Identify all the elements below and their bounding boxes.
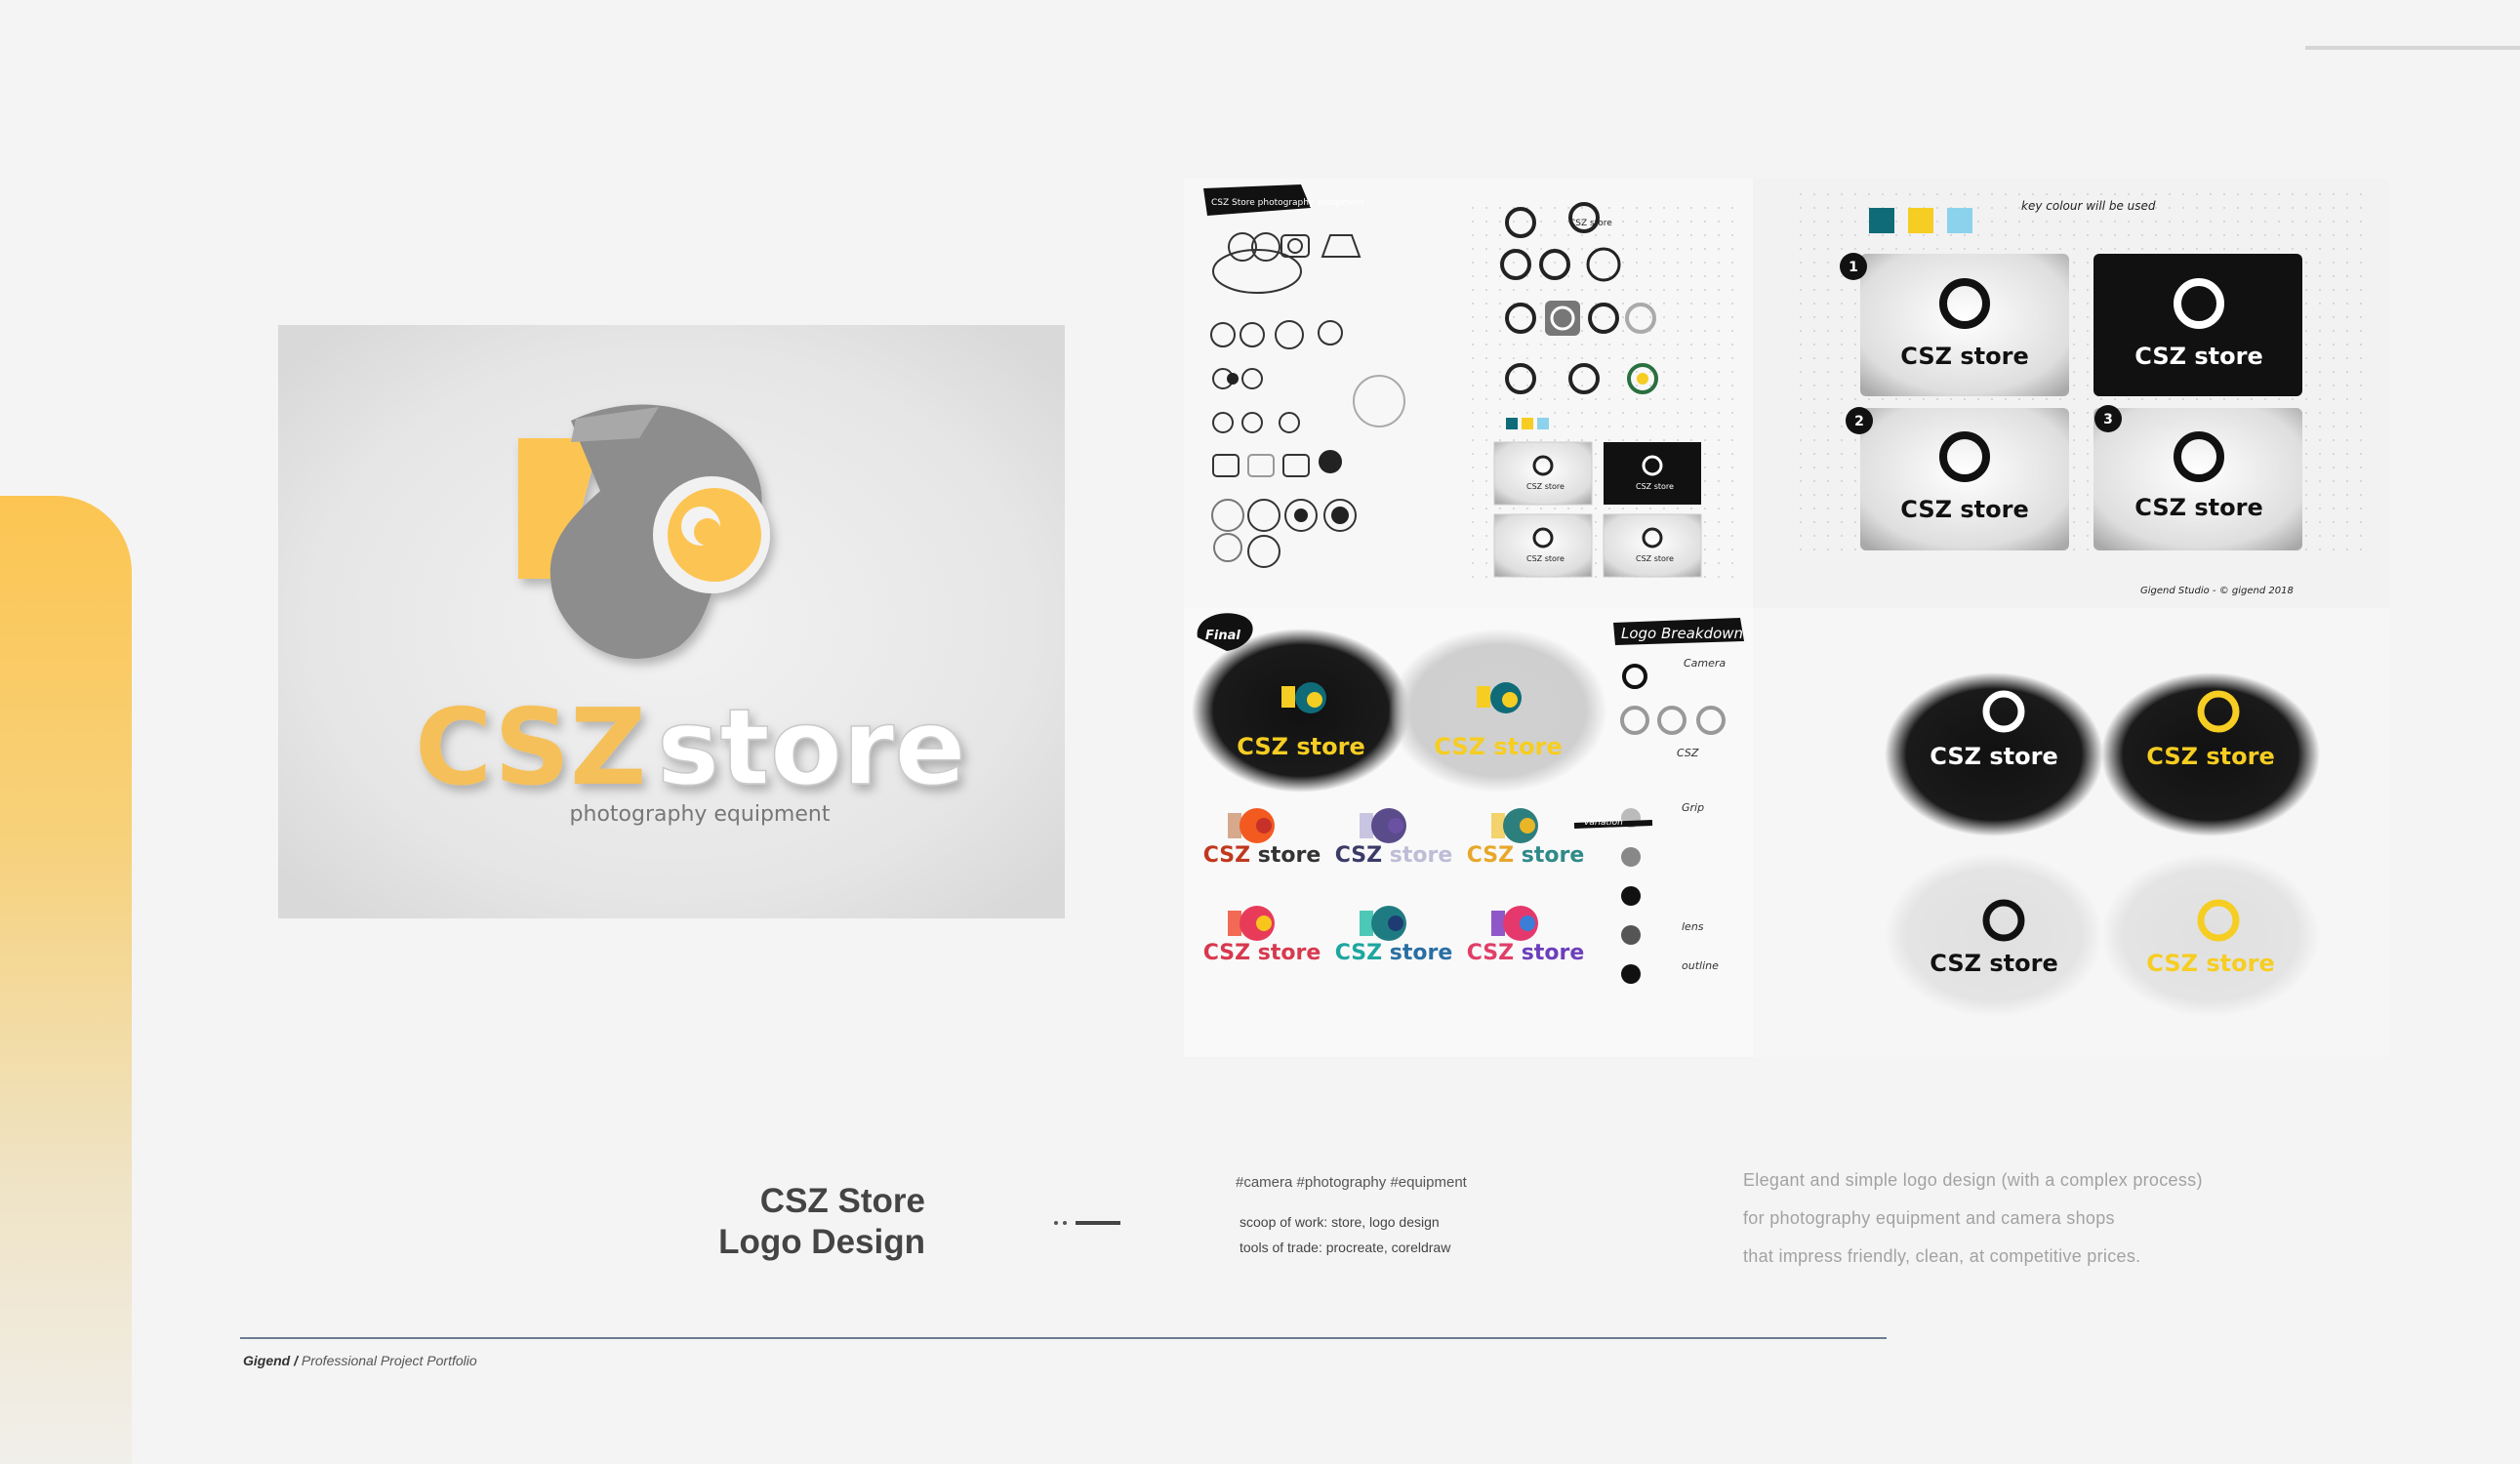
option-card-2-text: CSZ store (1900, 496, 2028, 523)
variant-lens (1388, 915, 1403, 931)
variant-lens (1520, 818, 1535, 834)
breakdown-note-outline: outline (1682, 959, 1719, 972)
option-number-2: 2 (1854, 414, 1864, 429)
variant-text: CSZ store (1203, 941, 1321, 965)
swatch-0 (1869, 208, 1894, 233)
footer-subtitle: Professional Project Portfolio (301, 1353, 477, 1368)
project-description-line-1: Elegant and simple logo design (with a c… (1743, 1170, 2203, 1190)
project-hashtags: #camera #photography #equipment (1236, 1174, 1467, 1191)
mockup-1-text: CSZ store (1930, 743, 2057, 770)
key-colour-swatches (1869, 208, 1972, 233)
swatch-0 (1506, 418, 1518, 429)
mini-swatches (1506, 418, 1549, 429)
variant-text: CSZ store (1335, 941, 1453, 965)
breakdown-note-camera: Camera (1684, 657, 1726, 670)
footer-brand: Gigend / (243, 1353, 298, 1368)
option-number-1: 1 (1849, 260, 1858, 275)
variant-shape (1360, 911, 1373, 936)
variant-lens (1256, 915, 1272, 931)
mockup-3-text: CSZ store (1930, 950, 2057, 977)
side-accent-bar (0, 496, 132, 1464)
variant-lens (1388, 818, 1403, 834)
project-description-line-2: for photography equipment and camera sho… (1743, 1208, 2115, 1228)
hero-logo-mockup: CSZ store photography equipment (278, 325, 1065, 918)
option-card-1-dark-text: CSZ store (2134, 343, 2262, 370)
variant-shape (1228, 813, 1241, 838)
hero-tagline: photography equipment (570, 802, 831, 827)
final-gray-text: CSZ store (1434, 733, 1562, 760)
project-title: CSZ Store Logo Design (673, 1181, 925, 1263)
variant-lens (1520, 915, 1535, 931)
footer-divider-line (240, 1337, 1887, 1339)
final-badge: Final (1205, 629, 1240, 643)
hero-logo-art: CSZ store photography equipment (278, 325, 1065, 918)
top-divider-line (2305, 46, 2520, 50)
swatch-1 (1522, 418, 1533, 429)
process-board-art: CSZ Store photography equipment CSZ stor… (1184, 179, 2389, 1057)
project-title-line-2: Logo Design (718, 1223, 925, 1261)
hero-logo-store: store (657, 687, 966, 809)
variation-label: variation (1584, 818, 1623, 828)
breakdown-title: Logo Breakdown (1621, 625, 1743, 642)
variant-text: CSZ store (1203, 843, 1321, 868)
swatch-2 (1947, 208, 1972, 233)
mini-card-text-1: CSZ store (1526, 482, 1565, 491)
variant-text: CSZ store (1467, 941, 1585, 965)
swatch-2 (1537, 418, 1549, 429)
mockup-4-text: CSZ store (2146, 950, 2274, 977)
final-dark-text: CSZ store (1237, 733, 1364, 760)
mini-card-text-4: CSZ store (1636, 554, 1674, 563)
swatch-1 (1908, 208, 1933, 233)
hero-logo-csz: CSZ (415, 687, 646, 809)
sketch-mini-logo: CSZ store (1569, 219, 1612, 228)
variant-lens (1256, 818, 1272, 834)
sketch-label: CSZ Store photography equipment (1211, 198, 1364, 208)
process-board: CSZ Store photography equipment CSZ stor… (1184, 179, 2389, 1057)
variant-shape (1491, 813, 1505, 838)
breakdown-note-lens: lens (1682, 920, 1704, 933)
logo-lens-core (694, 518, 721, 546)
variant-shape (1228, 911, 1241, 936)
variant-shape (1491, 911, 1505, 936)
option-number-3: 3 (2103, 412, 2113, 427)
project-tools: tools of trade: procreate, coreldraw (1240, 1240, 1451, 1255)
mockup-2-text: CSZ store (2146, 743, 2274, 770)
mini-card-text-2: CSZ store (1636, 482, 1674, 491)
project-scope: scoop of work: store, logo design (1240, 1214, 1440, 1230)
breakdown-note-grip: Grip (1682, 801, 1704, 814)
title-separator-dash (1054, 1220, 1120, 1226)
footer-caption: Gigend / Professional Project Portfolio (243, 1353, 477, 1368)
mini-card-text-3: CSZ store (1526, 554, 1565, 563)
variant-text: CSZ store (1335, 843, 1453, 868)
option-card-3-text: CSZ store (2134, 494, 2262, 521)
final-splash-dark (1192, 629, 1410, 793)
project-description-line-3: that impress friendly, clean, at competi… (1743, 1246, 2141, 1266)
project-title-line-1: CSZ Store (759, 1182, 925, 1220)
key-colour-note: key colour will be used (2021, 199, 2156, 213)
option-card-1-text: CSZ store (1900, 343, 2028, 370)
variant-shape (1360, 813, 1373, 838)
board-signature: Gigend Studio - © gigend 2018 (2140, 586, 2294, 596)
breakdown-note-csz: CSZ (1677, 747, 1699, 759)
variant-text: CSZ store (1467, 843, 1585, 868)
